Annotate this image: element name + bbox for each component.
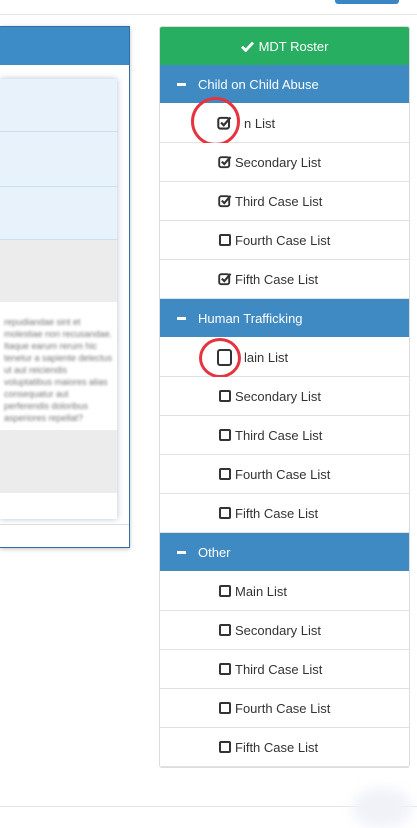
roster-list-item[interactable]: Main List xyxy=(160,572,409,611)
section-title: Human Trafficking xyxy=(198,310,303,326)
unchecked-checkbox-icon[interactable] xyxy=(217,506,232,521)
roster-list-item[interactable]: Third Case List xyxy=(160,416,409,455)
list-item-label: n List xyxy=(244,115,276,131)
unchecked-checkbox-icon[interactable] xyxy=(217,233,232,248)
roster-list-item[interactable]: Fourth Case List xyxy=(160,455,409,494)
divider xyxy=(0,524,129,525)
roster-list-item[interactable]: Secondary List xyxy=(160,143,409,182)
collapse-minus-icon[interactable] xyxy=(177,550,186,554)
unchecked-checkbox-icon[interactable] xyxy=(217,740,232,755)
blurred-paragraph: repudiandae sint et molestiae non recusa… xyxy=(4,317,113,423)
list-item-label: Fourth Case List xyxy=(235,466,331,482)
list-item-label: Third Case List xyxy=(235,661,323,677)
list-item-label: Secondary List xyxy=(235,388,321,404)
roster-list-item[interactable]: lain List xyxy=(160,338,409,378)
list-item-label: Fifth Case List xyxy=(235,505,319,521)
roster-panel: MDT Roster Child on Child Abuse n List Sec… xyxy=(159,26,410,768)
unchecked-checkbox-icon[interactable] xyxy=(217,662,232,677)
top-action-button[interactable] xyxy=(335,0,399,4)
list-item-label: Secondary List xyxy=(235,622,321,638)
list-item-label: lain List xyxy=(244,349,289,365)
unchecked-checkbox-icon[interactable] xyxy=(217,467,232,482)
checked-checkbox-icon[interactable] xyxy=(217,116,232,131)
content-gray-block xyxy=(0,430,117,493)
unchecked-checkbox-icon[interactable] xyxy=(217,584,232,599)
content-panel: repudiandae sint et molestiae non recusa… xyxy=(0,26,130,548)
list-item-label: Secondary List xyxy=(235,154,321,170)
list-item-label: Third Case List xyxy=(235,193,323,209)
checked-checkbox-icon[interactable] xyxy=(217,272,232,287)
content-card xyxy=(0,79,117,519)
mdt-roster-label: MDT Roster xyxy=(258,38,329,54)
unchecked-checkbox-icon[interactable] xyxy=(217,623,232,638)
list-item-label: Fourth Case List xyxy=(235,232,331,248)
roster-list-item[interactable]: Fifth Case List xyxy=(160,260,409,299)
unchecked-checkbox-icon[interactable] xyxy=(217,428,232,443)
highlight-ring xyxy=(191,97,240,146)
list-item-label: Fifth Case List xyxy=(235,739,319,755)
section-header-human-trafficking[interactable]: Human Trafficking xyxy=(160,299,409,337)
content-gray-block xyxy=(0,240,117,302)
content-row[interactable] xyxy=(0,79,117,132)
checked-checkbox-icon[interactable] xyxy=(217,194,232,209)
unchecked-checkbox-icon[interactable] xyxy=(217,389,232,404)
content-panel-header xyxy=(0,27,129,65)
roster-list-item[interactable]: Fifth Case List xyxy=(160,728,409,767)
roster-list-item[interactable]: Third Case List xyxy=(160,650,409,689)
list-item-label: Fourth Case List xyxy=(235,700,331,716)
section-header-other[interactable]: Other xyxy=(160,533,409,571)
list-item-label: Fifth Case List xyxy=(235,271,319,287)
collapse-minus-icon[interactable] xyxy=(177,316,186,320)
roster-list-item[interactable]: Secondary List xyxy=(160,377,409,416)
section-title: Other xyxy=(198,544,231,560)
roster-list-item[interactable]: n List xyxy=(160,97,409,146)
unchecked-checkbox-icon[interactable] xyxy=(217,348,232,366)
roster-list-item[interactable]: Fifth Case List xyxy=(160,494,409,533)
corner-shadow xyxy=(352,788,412,828)
unchecked-checkbox-icon[interactable] xyxy=(217,701,232,716)
roster-list-item[interactable]: Fourth Case List xyxy=(160,689,409,728)
list-item-label: Main List xyxy=(235,583,288,599)
check-icon xyxy=(240,41,254,52)
section-header-child-on-child-abuse[interactable]: Child on Child Abuse xyxy=(160,65,409,103)
section-title: Child on Child Abuse xyxy=(198,76,319,92)
list-item-label: Third Case List xyxy=(235,427,323,443)
roster-list-item[interactable]: Secondary List xyxy=(160,611,409,650)
roster-list-item[interactable]: Fourth Case List xyxy=(160,221,409,260)
collapse-minus-icon[interactable] xyxy=(177,82,186,86)
content-row[interactable] xyxy=(0,187,117,240)
mdt-roster-button[interactable]: MDT Roster xyxy=(160,27,409,65)
checked-checkbox-icon[interactable] xyxy=(217,155,232,170)
content-row[interactable] xyxy=(0,132,117,187)
roster-list-item[interactable]: Third Case List xyxy=(160,182,409,221)
